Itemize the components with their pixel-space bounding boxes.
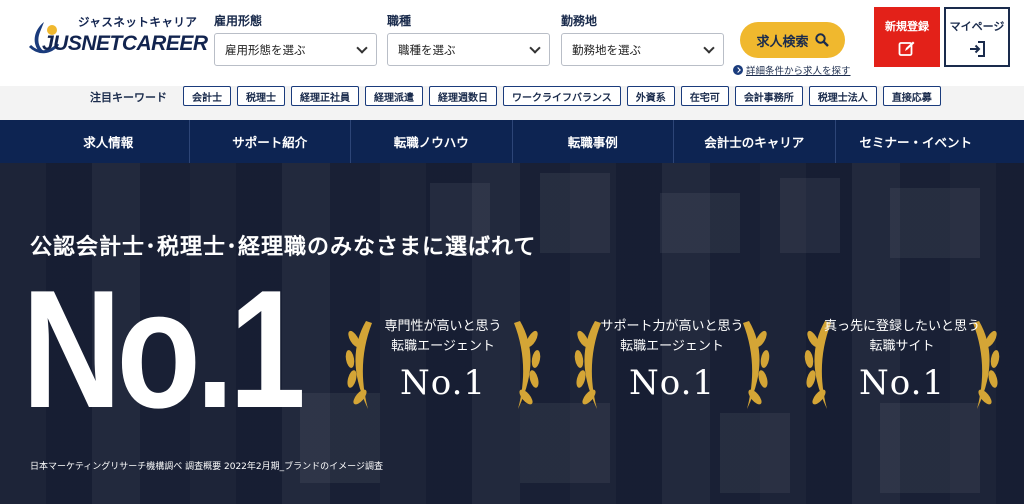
keyword-bar-title: 注目キーワード: [90, 91, 167, 104]
search-button-label: 求人検索: [756, 34, 809, 50]
award-line1: 真っ先に登録したいと思う: [823, 319, 980, 334]
keyword-tag[interactable]: 在宅可: [680, 86, 729, 106]
keyword-tag[interactable]: ワークライフバランス: [503, 86, 621, 106]
keyword-tag[interactable]: 経理派遣: [365, 86, 423, 106]
award-badge: 真っ先に登録したいと思う 転職サイト No.1: [797, 309, 1007, 419]
chevron-down-icon: [356, 41, 368, 54]
award-rank: No.1: [858, 363, 946, 403]
award-line2: 転職サイト: [869, 339, 935, 354]
award-line2: 転職エージェント: [620, 339, 724, 354]
nav-item-cases[interactable]: 転職事例: [511, 120, 674, 163]
award-rank: No.1: [399, 363, 487, 403]
keyword-bar: 注目キーワード 会計士 税理士 経理正社員 経理派遣 経理週数日 ワークライフバ…: [0, 86, 1024, 120]
main-nav: 求人情報 サポート紹介 転職ノウハウ 転職事例 会計士のキャリア セミナー・イベ…: [0, 120, 1024, 163]
award-badge: 専門性が高いと思う 転職エージェント No.1: [338, 309, 548, 419]
nav-item-knowhow[interactable]: 転職ノウハウ: [350, 120, 512, 163]
register-label: 新規登録: [885, 20, 929, 33]
award-line2: 転職エージェント: [391, 339, 495, 354]
location-select[interactable]: 勤務地を選ぶ: [561, 33, 724, 66]
arrow-circle-icon: [733, 65, 743, 75]
keyword-tag[interactable]: 会計士: [183, 86, 231, 106]
edit-icon: [898, 41, 915, 56]
mypage-label: マイページ: [949, 20, 1005, 33]
detail-search-label: 詳細条件から求人を探す: [746, 66, 851, 77]
nav-item-seminars[interactable]: セミナー・イベント: [834, 120, 997, 163]
job-search-button[interactable]: 求人検索: [740, 22, 845, 58]
keyword-tag[interactable]: 直接応募: [882, 86, 941, 106]
keyword-list: 会計士 税理士 経理正社員 経理派遣 経理週数日 ワークライフバランス 外資系 …: [183, 86, 941, 106]
filter-label: 雇用形態: [214, 14, 263, 28]
employment-type-select[interactable]: 雇用形態を選ぶ: [214, 33, 377, 66]
login-icon: [970, 41, 985, 57]
job-type-select[interactable]: 職種を選ぶ: [387, 33, 550, 66]
select-value: 雇用形態を選ぶ: [225, 42, 306, 57]
detail-search-link[interactable]: 詳細条件から求人を探す: [733, 63, 851, 77]
logo-wordmark: JUSNETCAREER: [42, 32, 208, 55]
keyword-tag[interactable]: 税理士法人: [808, 86, 877, 106]
location-filter: 勤務地 勤務地を選ぶ: [561, 12, 724, 66]
keyword-tag[interactable]: 経理週数日: [429, 86, 497, 106]
employment-type-filter: 雇用形態 雇用形態を選ぶ: [214, 12, 377, 66]
search-icon: [814, 33, 829, 47]
select-value: 勤務地を選ぶ: [572, 42, 641, 57]
keyword-tag[interactable]: 会計事務所: [734, 86, 803, 106]
site-header: ジャスネットキャリア JUSNETCAREER 雇用形態 雇用形態を選ぶ 職種 …: [0, 0, 1024, 86]
award-line1: 専門性が高いと思う: [384, 319, 502, 334]
filter-label: 勤務地: [561, 14, 598, 28]
award-line1: サポート力が高いと思う: [600, 319, 744, 334]
filter-label: 職種: [387, 14, 412, 28]
select-value: 職種を選ぶ: [398, 42, 456, 57]
chevron-down-icon: [529, 41, 541, 54]
survey-note: 日本マーケティングリサーチ機構調べ 調査概要 2022年2月期_ブランドのイメー…: [30, 462, 383, 472]
mypage-button[interactable]: マイページ: [944, 7, 1010, 67]
job-type-filter: 職種 職種を選ぶ: [387, 12, 550, 66]
nav-item-jobs[interactable]: 求人情報: [28, 120, 189, 163]
site-logo[interactable]: ジャスネットキャリア JUSNETCAREER: [28, 14, 208, 64]
nav-item-cpa-career[interactable]: 会計士のキャリア: [673, 120, 835, 163]
nav-item-support[interactable]: サポート紹介: [188, 120, 351, 163]
keyword-tag[interactable]: 経理正社員: [291, 86, 359, 106]
keyword-tag[interactable]: 外資系: [626, 86, 675, 106]
hero-headline: No.1: [22, 255, 306, 443]
hero-banner[interactable]: 公認会計士･税理士･経理職のみなさまに選ばれて No.1 専門性が高いと思う 転…: [0, 163, 1024, 504]
award-badge: サポート力が高いと思う 転職エージェント No.1: [567, 309, 777, 419]
register-button[interactable]: 新規登録: [874, 7, 940, 67]
award-rank: No.1: [628, 363, 716, 403]
chevron-down-icon: [703, 41, 715, 54]
logo-kana: ジャスネットキャリア: [78, 15, 198, 29]
keyword-tag[interactable]: 税理士: [237, 86, 285, 106]
